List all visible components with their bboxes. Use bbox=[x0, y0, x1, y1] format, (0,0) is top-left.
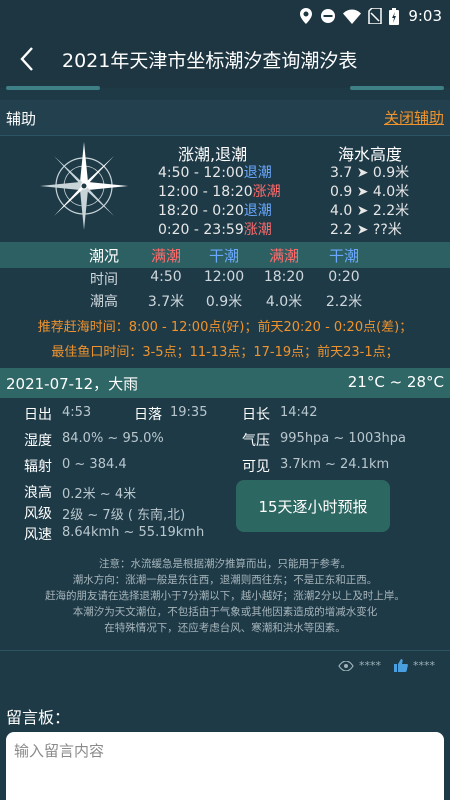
tide-row-1: 4:50 - 12:00退潮 bbox=[158, 162, 272, 182]
tide-status: 满潮 bbox=[150, 247, 181, 265]
comment-input[interactable] bbox=[6, 732, 444, 800]
tide-type: 涨潮 bbox=[243, 222, 272, 238]
wind-speed-value: 8.64kmh ~ 55.19kmh bbox=[62, 525, 205, 540]
app-header: 2021年天津市坐标潮汐查询潮汐表 bbox=[0, 32, 450, 88]
height-value: 2.2 ➤ ??米 bbox=[330, 222, 402, 238]
back-button[interactable] bbox=[12, 44, 42, 74]
battery-icon bbox=[389, 7, 400, 25]
height-label: 潮高 bbox=[90, 294, 118, 310]
sunset-value: 19:35 bbox=[170, 405, 208, 420]
stats-row: **** **** bbox=[0, 650, 450, 680]
tide-row-4: 0:20 - 23:59涨潮 bbox=[158, 219, 272, 239]
helper-row: 辅助 关闭辅助 bbox=[0, 100, 450, 136]
status-bar: 9:03 bbox=[0, 0, 450, 32]
time-label: 时间 bbox=[90, 272, 118, 288]
notes-section: 注意：水流缓急是根据潮汐推算而出，只能用于参考。 潮水方向：涨潮一般是东往西，退… bbox=[0, 556, 450, 636]
pressure-value: 995hpa ~ 1003hpa bbox=[280, 431, 406, 446]
page-title: 2021年天津市坐标潮汐查询潮汐表 bbox=[62, 50, 358, 72]
wind-speed-label: 风速 bbox=[24, 527, 52, 543]
visibility-label: 可见 bbox=[242, 459, 270, 475]
thumbs-up-icon bbox=[394, 659, 408, 672]
location-icon bbox=[300, 8, 313, 24]
weather-date: 2021-07-12，大雨 bbox=[6, 375, 139, 393]
humidity-label: 湿度 bbox=[24, 433, 52, 449]
tide-row-3: 18:20 - 0:20退潮 bbox=[158, 200, 272, 220]
weather-temp: 21°C ~ 28°C bbox=[347, 373, 444, 391]
tide-status-row: 潮况 满潮 干潮 满潮 干潮 bbox=[0, 242, 450, 268]
weather-bar: 2021-07-12，大雨 21°C ~ 28°C bbox=[0, 368, 450, 398]
tide-time-row: 时间 4:50 12:00 18:20 0:20 bbox=[0, 268, 450, 292]
sunrise-label: 日出 bbox=[24, 407, 52, 423]
tide-time: 12:00 - 18:20 bbox=[158, 184, 253, 200]
no-sim-icon bbox=[368, 8, 383, 24]
status-label: 潮况 bbox=[88, 247, 119, 265]
tide-height-row: 潮高 3.7米 0.9米 4.0米 2.2米 bbox=[0, 290, 450, 314]
tide-time: 0:20 bbox=[328, 269, 360, 285]
header-decor-left bbox=[6, 86, 100, 90]
height-value: 4.0 ➤ 2.2米 bbox=[330, 203, 410, 219]
like-button[interactable]: **** bbox=[394, 659, 435, 672]
pressure-label: 气压 bbox=[242, 433, 270, 449]
view-count-value: **** bbox=[359, 659, 381, 672]
wifi-icon bbox=[343, 9, 362, 24]
radiation-label: 辐射 bbox=[24, 459, 52, 475]
fishing-time-advice: 最佳鱼口时间：3-5点；11-13点；17-19点；前天23-1点； bbox=[51, 345, 399, 360]
status-icons: 9:03 bbox=[299, 6, 442, 26]
tide-status: 干潮 bbox=[208, 247, 239, 265]
sunset-label: 日落 bbox=[134, 407, 162, 423]
tide-status: 干潮 bbox=[328, 247, 359, 265]
height-value: 0.9 ➤ 4.0米 bbox=[330, 184, 410, 200]
note-line: 注意：水流缓急是根据潮汐推算而出，只能用于参考。 bbox=[99, 558, 351, 570]
height-value: 3.7 ➤ 0.9米 bbox=[330, 165, 410, 181]
note-line: 本潮汐为天文潮位，不包括由于气象或其他因素造成的增减水变化 bbox=[72, 606, 378, 618]
tide-height: 2.2米 bbox=[325, 294, 363, 310]
beach-time-advice: 推荐赶海时间：8:00 - 12:00点(好)；前天20:20 - 0:20点(… bbox=[37, 320, 413, 335]
tide-type: 涨潮 bbox=[252, 184, 281, 200]
status-time: 9:03 bbox=[408, 7, 442, 25]
radiation-value: 0 ~ 384.4 bbox=[62, 457, 127, 472]
compass-icon bbox=[40, 142, 128, 230]
tide-time: 4:50 - 12:00 bbox=[158, 165, 244, 181]
tide-time: 18:20 bbox=[263, 269, 305, 285]
back-arrow-icon bbox=[20, 47, 33, 71]
close-helper-link[interactable]: 关闭辅助 bbox=[384, 107, 444, 128]
dnd-icon bbox=[321, 9, 336, 23]
wind-level-label: 风级 bbox=[24, 506, 52, 522]
daylength-label: 日长 bbox=[242, 407, 270, 423]
wind-level-value: 2级 ~ 7级 ( 东南,北) bbox=[62, 508, 186, 523]
humidity-value: 84.0% ~ 95.0% bbox=[62, 431, 164, 446]
view-count: **** bbox=[338, 659, 381, 672]
tide-height: 4.0米 bbox=[265, 294, 303, 310]
tide-row-2: 12:00 - 18:20涨潮 bbox=[158, 181, 281, 201]
visibility-value: 3.7km ~ 24.1km bbox=[280, 457, 390, 472]
tide-time: 0:20 - 23:59 bbox=[158, 222, 244, 238]
tide-type: 退潮 bbox=[243, 203, 272, 219]
tide-time: 18:20 - 0:20 bbox=[158, 203, 244, 219]
sunrise-value: 4:53 bbox=[62, 405, 92, 420]
wave-label: 浪高 bbox=[24, 485, 52, 501]
header-decor-right bbox=[350, 86, 444, 90]
tide-time: 12:00 bbox=[203, 269, 245, 285]
tide-time: 4:50 bbox=[150, 269, 182, 285]
daylength-value: 14:42 bbox=[280, 405, 318, 420]
hourly-forecast-button[interactable]: 15天逐小时预报 bbox=[236, 480, 390, 532]
tide-status: 满潮 bbox=[268, 247, 299, 265]
note-line: 赶海的朋友请在选择退潮小于7分潮以下，越小越好；涨潮2分以上及时上岸。 bbox=[45, 590, 405, 602]
eye-icon bbox=[338, 660, 354, 671]
tide-height: 0.9米 bbox=[205, 294, 243, 310]
note-line: 在特殊情况下，还应考虑台风、寒潮和洪水等因素。 bbox=[104, 622, 346, 634]
board-label: 留言板： bbox=[6, 708, 71, 727]
note-line: 潮水方向：涨潮一般是东往西，退潮则西往东；不是正东和正西。 bbox=[72, 574, 378, 586]
helper-label: 辅助 bbox=[6, 110, 37, 128]
like-count-value: **** bbox=[413, 659, 435, 672]
tide-type: 退潮 bbox=[243, 165, 272, 181]
tide-height: 3.7米 bbox=[147, 294, 185, 310]
wave-value: 0.2米 ~ 4米 bbox=[62, 487, 137, 502]
